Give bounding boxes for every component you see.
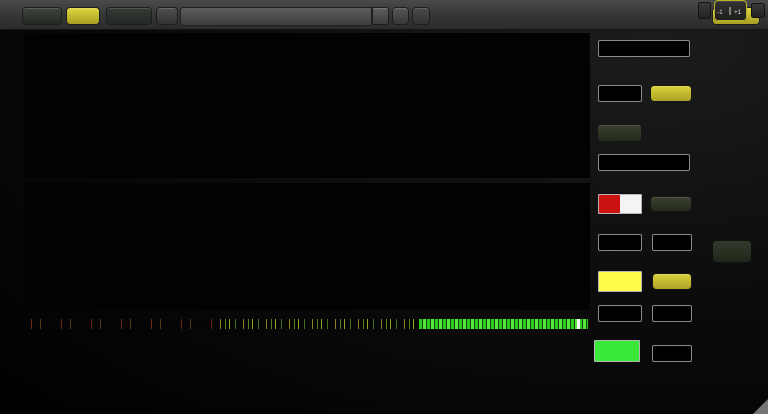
top-color-swatch[interactable]	[598, 194, 642, 214]
view-add-button[interactable]	[751, 3, 765, 18]
preset-next-button[interactable]	[372, 7, 389, 25]
swap-ab-button[interactable]	[66, 7, 100, 25]
correlation-marker	[577, 319, 580, 329]
freeze-button[interactable]	[597, 124, 642, 142]
infinite-button[interactable]	[650, 196, 692, 212]
compare-button[interactable]	[106, 7, 152, 25]
fallback-input[interactable]	[652, 305, 692, 322]
preset-menu-button[interactable]	[392, 7, 409, 25]
display-style-select[interactable]	[598, 154, 690, 171]
horiz-button[interactable]	[650, 85, 692, 102]
brand-logo	[560, 6, 568, 26]
help-button[interactable]	[412, 7, 430, 25]
spectrum-display[interactable]	[24, 33, 590, 178]
stats-setup-button[interactable]	[712, 240, 752, 263]
clear-button[interactable]	[22, 7, 62, 25]
svg-text:-1: -1	[717, 9, 723, 16]
meter-mode-select[interactable]	[598, 40, 690, 57]
correlation-mid-region	[215, 319, 419, 329]
split2-input[interactable]	[598, 305, 642, 322]
response-input[interactable]	[652, 345, 692, 362]
view-row-correlation-meter: -1 +1	[698, 0, 768, 24]
resize-grip[interactable]	[753, 399, 768, 414]
split1-input[interactable]	[598, 234, 642, 251]
view-collapse-arrow-icon[interactable]	[698, 2, 711, 19]
preset-prev-button[interactable]	[156, 7, 178, 25]
middle-color-swatch[interactable]	[598, 271, 642, 292]
correlation-positive-region	[418, 319, 588, 329]
correlation-negative-region	[24, 319, 216, 329]
time-input[interactable]	[652, 234, 692, 251]
view-correlation-meter-button[interactable]: -1 +1	[714, 0, 747, 21]
svg-text:+1: +1	[734, 9, 742, 16]
bottom-color-swatch[interactable]	[594, 340, 640, 362]
difference-display[interactable]	[24, 183, 590, 310]
full-scale-input[interactable]	[598, 85, 642, 102]
correlation-meter-icon: -1 +1	[717, 6, 742, 16]
plugin-window: ST +− +1-1 -1+1	[0, 0, 768, 414]
toolbar	[0, 0, 768, 30]
preset-selector[interactable]	[180, 7, 372, 26]
correlation-strip[interactable]	[24, 319, 588, 329]
peak-button[interactable]	[652, 273, 692, 290]
